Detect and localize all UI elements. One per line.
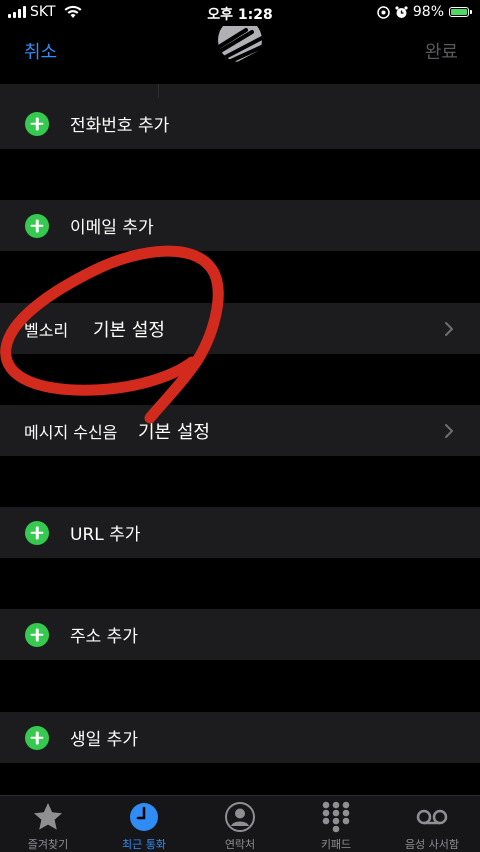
keypad-icon <box>322 801 350 833</box>
tab-favorites[interactable]: 즐겨찾기 <box>0 796 96 852</box>
tab-keypad-label: 키패드 <box>320 838 352 851</box>
avatar[interactable] <box>210 26 270 70</box>
contact-edit-screen: SKT 오후 1:28 98% 취소 완료 전화번호 추가 이메일 추가 벨소리… <box>0 0 480 852</box>
battery-percent: 98% <box>412 4 444 20</box>
alarm-icon <box>395 5 408 18</box>
tab-favorites-label: 즐겨찾기 <box>27 838 69 851</box>
add-phone-row[interactable]: 전화번호 추가 <box>0 98 480 149</box>
chevron-right-icon <box>445 423 453 438</box>
phone-row-partial <box>0 84 480 99</box>
tab-keypad[interactable]: 키패드 <box>288 796 384 852</box>
tab-recents[interactable]: 최근 통화 <box>96 796 192 852</box>
add-birthday-label: 생일 추가 <box>70 730 138 750</box>
add-address-plus-icon[interactable] <box>25 622 49 647</box>
person-circle-icon <box>225 802 255 832</box>
text-tone-value: 기본 설정 <box>138 421 210 443</box>
tab-bar: 즐겨찾기 최근 통화 연락처 키패드 음성 사서함 <box>0 795 480 852</box>
status-bar: SKT 오후 1:28 98% <box>0 0 480 26</box>
ringtone-row[interactable]: 벨소리 기본 설정 <box>0 303 480 354</box>
add-url-label: URL 추가 <box>70 525 141 545</box>
ringtone-label: 벨소리 <box>24 320 69 340</box>
status-right: 98% <box>377 4 472 20</box>
add-birthday-plus-icon[interactable] <box>25 725 49 750</box>
cancel-button[interactable]: 취소 <box>24 38 57 64</box>
add-phone-plus-icon[interactable] <box>25 111 49 136</box>
tab-contacts-label: 연락처 <box>224 838 256 851</box>
clock-icon <box>130 803 158 831</box>
text-tone-label: 메시지 수신음 <box>24 422 118 442</box>
voicemail-icon <box>416 809 448 825</box>
tab-contacts[interactable]: 연락처 <box>192 796 288 852</box>
tab-recents-label: 최근 통화 <box>122 838 166 851</box>
location-icon <box>377 5 390 19</box>
add-email-plus-icon[interactable] <box>25 213 49 238</box>
text-tone-row[interactable]: 메시지 수신음 기본 설정 <box>0 405 480 456</box>
battery-charging-icon <box>449 7 472 17</box>
add-url-row[interactable]: URL 추가 <box>0 507 480 558</box>
tab-voicemail-label: 음성 사서함 <box>404 838 460 851</box>
done-button[interactable]: 완료 <box>425 38 458 64</box>
ringtone-value: 기본 설정 <box>93 319 165 341</box>
add-email-row[interactable]: 이메일 추가 <box>0 200 480 251</box>
add-address-row[interactable]: 주소 추가 <box>0 609 480 660</box>
add-email-label: 이메일 추가 <box>70 218 154 238</box>
add-birthday-row[interactable]: 생일 추가 <box>0 712 480 763</box>
star-icon <box>34 803 62 830</box>
battery-fill <box>451 9 467 15</box>
add-address-label: 주소 추가 <box>70 627 138 647</box>
tab-voicemail[interactable]: 음성 사서함 <box>384 796 480 852</box>
add-url-plus-icon[interactable] <box>25 520 49 545</box>
chevron-right-icon <box>445 321 453 336</box>
add-phone-label: 전화번호 추가 <box>70 116 170 136</box>
nav-bar: 취소 완료 <box>0 26 480 84</box>
